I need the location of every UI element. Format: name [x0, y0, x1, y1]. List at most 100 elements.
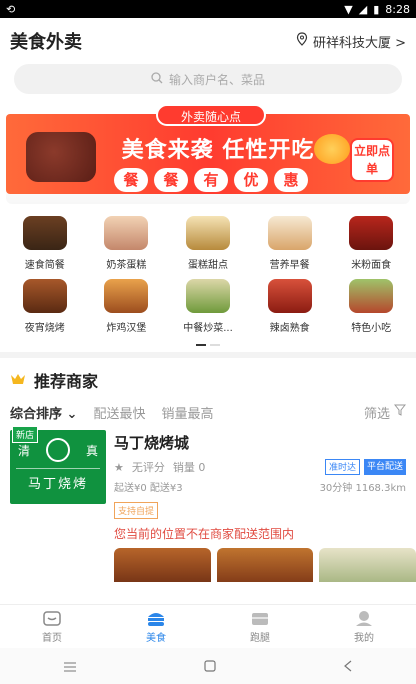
category-item[interactable]: 速食简餐 — [4, 216, 86, 271]
category-label: 中餐炒菜... — [183, 323, 233, 334]
category-item[interactable]: 夜宵烧烤 — [4, 279, 86, 334]
category-label: 炸鸡汉堡 — [106, 323, 147, 334]
shop-logo-icon — [46, 438, 70, 462]
page-dot — [210, 344, 220, 346]
category-label: 奶茶蛋糕 — [106, 260, 147, 271]
ontime-badge: 准时达 — [324, 459, 360, 475]
errand-icon — [252, 613, 268, 625]
shop-sales: 销量 0 — [172, 461, 206, 474]
order-now-button[interactable]: 立即点单 — [350, 138, 394, 182]
category-item[interactable]: 特色小吃 — [330, 279, 412, 334]
tab-errand[interactable]: 跑腿 — [230, 609, 290, 644]
noodles-icon — [349, 216, 394, 250]
category-item[interactable]: 中餐炒菜... — [167, 279, 249, 334]
stir-fry-icon — [185, 279, 230, 313]
banner-sub-char: 惠 — [274, 168, 308, 192]
food-photo[interactable] — [216, 548, 314, 582]
tab-food[interactable]: 美食 — [126, 609, 186, 644]
location-selector[interactable]: 研祥科技大厦 > — [295, 32, 406, 51]
tab-label: 我的 — [354, 633, 374, 644]
shop-card[interactable]: 新店 清 真 马丁烧烤 马丁烧烤城 ★ 无评分 销量 0 准时达 平台配送 起送… — [0, 422, 416, 519]
system-nav-bar — [0, 648, 416, 684]
category-label: 速食简餐 — [24, 260, 65, 271]
sort-fast[interactable]: 配送最快 — [93, 403, 145, 422]
category-grid: 速食简餐 奶茶蛋糕 蛋糕甜点 营养早餐 米粉面食 夜宵烧烤 炸鸡汉堡 中餐炒菜.… — [0, 216, 416, 334]
banner-sub-char: 餐 — [114, 168, 148, 192]
category-item[interactable]: 奶茶蛋糕 — [86, 216, 168, 271]
page-title: 美食外卖 — [10, 32, 82, 53]
banner-tag: 外卖随心点 — [156, 104, 266, 126]
crown-icon — [10, 371, 26, 390]
home-square-icon[interactable] — [204, 657, 216, 676]
back-icon[interactable] — [343, 657, 353, 676]
milk-tea-icon — [104, 216, 149, 250]
platform-delivery-badge: 平台配送 — [363, 459, 406, 475]
braised-icon — [267, 279, 312, 313]
filter-icon — [393, 404, 407, 420]
tab-label: 美食 — [146, 633, 166, 644]
shop-image-right: 真 — [85, 444, 98, 458]
category-item[interactable]: 炸鸡汉堡 — [86, 279, 168, 334]
star-icon: ★ — [114, 460, 124, 474]
burger-icon — [104, 279, 149, 313]
bottom-tab-bar: 首页 美食 跑腿 我的 — [0, 604, 416, 648]
location-pin-icon — [295, 32, 309, 50]
shop-photos — [0, 542, 416, 582]
category-item[interactable]: 蛋糕甜点 — [167, 216, 249, 271]
battery-icon: ▮ — [373, 2, 380, 16]
breakfast-icon — [267, 216, 312, 250]
shop-image-left: 清 — [18, 444, 31, 458]
recommend-title: 推荐商家 — [34, 372, 99, 391]
search-bar[interactable]: 输入商户名、菜品 — [14, 64, 402, 94]
filter-button[interactable]: 筛选 — [363, 403, 407, 422]
time: 8:28 — [385, 2, 410, 16]
food-photo[interactable] — [114, 548, 211, 582]
menu-icon[interactable] — [63, 657, 77, 676]
out-of-range-warning: 您当前的位置不在商家配送范围内 — [114, 527, 295, 541]
sort-bar: 综合排序 ⌄ 配送最快 销量最高 筛选 — [0, 402, 416, 422]
category-label: 辣卤熟食 — [269, 323, 310, 334]
filter-label: 筛选 — [363, 406, 390, 422]
category-label: 米粉面食 — [351, 260, 392, 271]
tab-home[interactable]: 首页 — [22, 609, 82, 644]
notification-icon: ⟲ — [6, 2, 16, 16]
shop-fees: 起送¥0 配送¥3 — [114, 479, 183, 494]
category-label: 蛋糕甜点 — [187, 260, 228, 271]
chevron-down-icon: ⌄ — [66, 406, 78, 422]
banner-sub-char: 有 — [194, 168, 228, 192]
snack-icon — [349, 279, 394, 313]
pickup-badge: 支持自提 — [114, 502, 159, 519]
tab-profile[interactable]: 我的 — [334, 609, 394, 644]
page-dot — [196, 344, 206, 346]
page-indicator — [0, 344, 416, 346]
steak-image — [26, 132, 96, 182]
home-icon — [43, 611, 61, 626]
shop-name: 马丁烧烤城 — [114, 434, 190, 452]
shop-image-name: 马丁烧烤 — [16, 468, 100, 492]
shop-eta: 30分钟 1168.3km — [319, 483, 406, 494]
min-order: 起送¥0 — [114, 483, 147, 494]
delivery-fee: 配送¥3 — [149, 483, 183, 494]
promo-banner[interactable]: 外卖随心点 美食来袭 任性开吃 餐 餐 有 优 惠 立即点单 — [6, 104, 410, 204]
sort-default-label: 综合排序 — [10, 406, 63, 422]
tab-label: 首页 — [42, 633, 62, 644]
sort-default[interactable]: 综合排序 ⌄ — [10, 403, 77, 422]
bbq-icon — [22, 279, 67, 313]
recommend-header: 推荐商家 — [0, 358, 416, 402]
food-photo[interactable] — [319, 548, 416, 582]
banner-headline: 美食来袭 任性开吃 — [121, 138, 315, 163]
search-icon — [151, 71, 163, 87]
location-text: 研祥科技大厦 > — [312, 35, 406, 51]
category-item[interactable]: 米粉面食 — [330, 216, 412, 271]
shop-image: 新店 清 真 马丁烧烤 — [10, 426, 106, 504]
sort-sales[interactable]: 销量最高 — [161, 403, 213, 422]
new-shop-badge: 新店 — [12, 426, 39, 443]
category-item[interactable]: 营养早餐 — [249, 216, 331, 271]
burger-tab-icon — [148, 613, 164, 626]
top-bar: 美食外卖 研祥科技大厦 > — [0, 18, 416, 64]
bento-icon — [22, 216, 67, 250]
category-item[interactable]: 辣卤熟食 — [249, 279, 331, 334]
category-label: 营养早餐 — [269, 260, 310, 271]
shop-badges: 准时达 平台配送 — [324, 459, 406, 475]
shop-info: 马丁烧烤城 ★ 无评分 销量 0 准时达 平台配送 起送¥0 配送¥3 30分钟… — [114, 430, 406, 519]
